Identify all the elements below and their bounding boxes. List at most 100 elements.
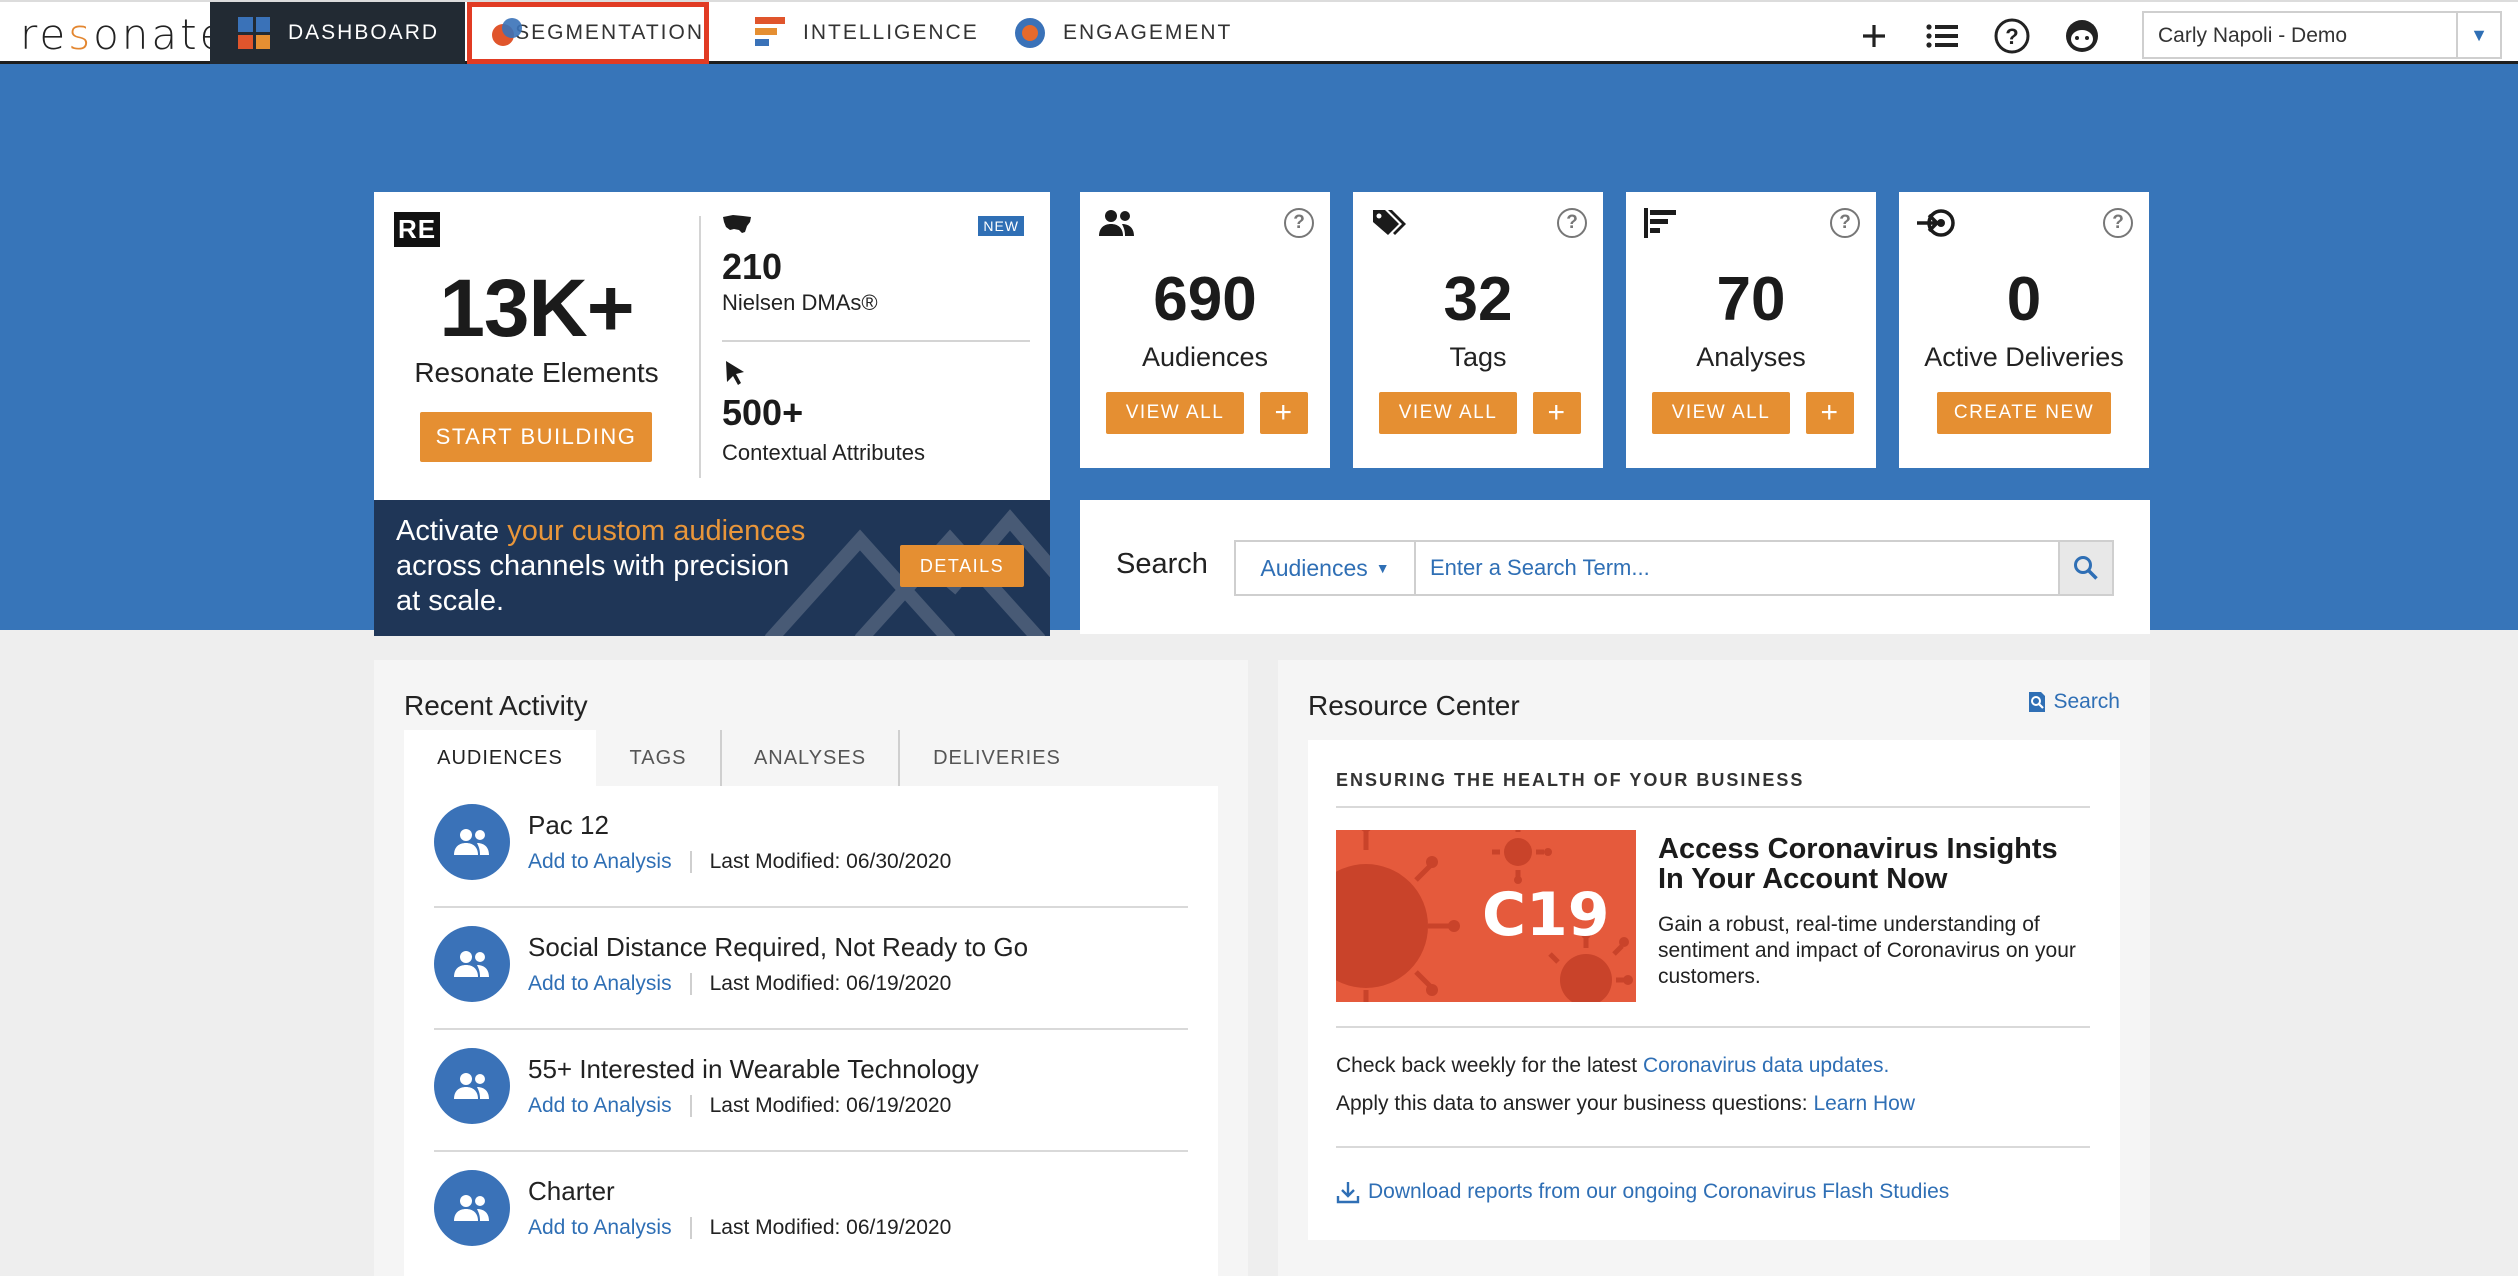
account-name: Carly Napoli - Demo xyxy=(2158,24,2348,47)
add-analysis-button[interactable]: + xyxy=(1806,392,1854,434)
view-all-tags-button[interactable]: VIEW ALL xyxy=(1379,392,1517,434)
search-button[interactable] xyxy=(2058,542,2112,594)
tab-label: INTELLIGENCE xyxy=(803,21,979,44)
deliveries-card: ? 0 Active Deliveries CREATE NEW xyxy=(1899,192,2149,468)
top-nav: resonate DASHBOARD SEGMENTATION INTELLIG… xyxy=(0,0,2518,64)
audience-icon xyxy=(434,1048,510,1124)
help-icon[interactable]: ? xyxy=(1557,208,1587,238)
help-icon[interactable]: ? xyxy=(1284,208,1314,238)
list-item[interactable]: 55+ Interested in Wearable Technology Ad… xyxy=(434,1030,1188,1152)
people-icon xyxy=(1098,208,1136,242)
add-to-analysis-link[interactable]: Add to Analysis xyxy=(528,1094,672,1118)
engagement-icon xyxy=(1015,18,1045,48)
list-item[interactable]: Charter Add to Analysis Last Modified: 06… xyxy=(434,1152,1188,1274)
list-item[interactable]: Pac 12 Add to Analysis Last Modified: 06/… xyxy=(434,786,1188,908)
list-item[interactable]: Social Distance Required, Not Ready to G… xyxy=(434,908,1188,1030)
plus-icon[interactable] xyxy=(1854,16,1894,56)
account-select[interactable]: Carly Napoli - Demo ▼ xyxy=(2142,11,2502,59)
resource-center-title: Resource Center xyxy=(1308,690,1520,721)
coronavirus-image[interactable]: C19 xyxy=(1336,830,1636,1002)
recent-activity-title: Recent Activity xyxy=(404,690,588,721)
tab-label: SEGMENTATION xyxy=(515,21,704,44)
analyses-count: 70 xyxy=(1716,265,1786,334)
search-icon xyxy=(2074,556,2098,580)
new-badge: NEW xyxy=(978,216,1024,236)
start-building-button[interactable]: START BUILDING xyxy=(420,412,652,462)
tags-count: 32 xyxy=(1443,265,1513,334)
hero-section: RE 13K+ Resonate Elements START BUILDING… xyxy=(0,64,2518,636)
user-avatar-icon[interactable] xyxy=(2062,16,2102,56)
divider xyxy=(699,216,701,478)
document-search-icon xyxy=(2029,692,2046,712)
view-all-analyses-button[interactable]: VIEW ALL xyxy=(1652,392,1790,434)
re-badge: RE xyxy=(394,212,441,247)
download-icon xyxy=(1336,1182,1360,1204)
item-name[interactable]: Social Distance Required, Not Ready to G… xyxy=(528,932,1028,963)
last-modified: Last Modified: 06/19/2020 xyxy=(709,1094,952,1117)
search-bar: Audiences ▼ xyxy=(1234,540,2114,596)
tab-segmentation[interactable]: SEGMENTATION xyxy=(467,2,709,64)
svg-text:?: ? xyxy=(2005,24,2018,49)
create-new-delivery-button[interactable]: CREATE NEW xyxy=(1937,392,2111,434)
chevron-down-icon[interactable]: ▼ xyxy=(2456,13,2500,57)
search-type-dropdown[interactable]: Audiences ▼ xyxy=(1236,542,1416,594)
recent-activity-panel: Recent Activity AUDIENCES TAGS ANALYSES … xyxy=(374,660,1248,1276)
audience-icon xyxy=(434,926,510,1002)
contextual-count: 500+ xyxy=(722,392,804,433)
list-icon[interactable] xyxy=(1922,16,1962,56)
tab-audiences[interactable]: AUDIENCES xyxy=(404,730,596,786)
audience-icon xyxy=(434,1170,510,1246)
tab-dashboard[interactable]: DASHBOARD xyxy=(210,2,465,64)
audiences-count: 690 xyxy=(1153,265,1257,334)
tab-engagement[interactable]: ENGAGEMENT xyxy=(1015,2,1232,64)
divider xyxy=(1336,1146,2090,1148)
resonate-logo[interactable]: resonate xyxy=(20,10,228,59)
item-name[interactable]: Pac 12 xyxy=(528,810,609,841)
help-icon[interactable]: ? xyxy=(2103,208,2133,238)
audiences-label: Audiences xyxy=(1141,342,1269,372)
tab-intelligence[interactable]: INTELLIGENCE xyxy=(755,2,979,64)
download-reports-link[interactable]: Download reports from our ongoing Corona… xyxy=(1336,1180,1949,1204)
apply-data-line: Apply this data to answer your business … xyxy=(1336,1092,1915,1115)
resource-content: ENSURING THE HEALTH OF YOUR BUSINESS C19… xyxy=(1308,740,2120,1240)
resource-center-panel: Resource Center Search ENSURING THE HEAL… xyxy=(1278,660,2150,1276)
audience-icon xyxy=(434,804,510,880)
help-icon[interactable]: ? xyxy=(1992,16,2032,56)
add-to-analysis-link[interactable]: Add to Analysis xyxy=(528,972,672,996)
item-name[interactable]: Charter xyxy=(528,1176,615,1207)
analyses-card: ? 70 Analyses VIEW ALL + xyxy=(1626,192,1876,468)
add-to-analysis-link[interactable]: Add to Analysis xyxy=(528,1216,672,1240)
resource-search-link[interactable]: Search xyxy=(2027,690,2120,714)
elements-count: 13K+ xyxy=(439,263,634,354)
add-to-analysis-link[interactable]: Add to Analysis xyxy=(528,850,672,874)
contextual-label: Contextual Attributes xyxy=(722,440,926,465)
item-name[interactable]: 55+ Interested in Wearable Technology xyxy=(528,1054,979,1085)
divider xyxy=(1336,806,2090,808)
search-input[interactable] xyxy=(1416,542,2058,594)
resource-search-label: Search xyxy=(2053,690,2120,713)
tab-analyses[interactable]: ANALYSES xyxy=(722,730,900,786)
promo-text: Activate your custom audiences across ch… xyxy=(396,515,806,617)
tags-card: ? 32 Tags VIEW ALL + xyxy=(1353,192,1603,468)
learn-how-link[interactable]: Learn How xyxy=(1813,1092,1915,1115)
coronavirus-updates-link[interactable]: Coronavirus data updates. xyxy=(1643,1054,1889,1077)
view-all-audiences-button[interactable]: VIEW ALL xyxy=(1106,392,1244,434)
deliveries-count: 0 xyxy=(2006,265,2042,334)
last-modified: Last Modified: 06/30/2020 xyxy=(709,850,952,873)
recent-list: Pac 12 Add to Analysis Last Modified: 06/… xyxy=(404,786,1218,1276)
search-type-value: Audiences xyxy=(1260,554,1368,581)
tab-tags[interactable]: TAGS xyxy=(596,730,722,786)
resource-heading: ENSURING THE HEALTH OF YOUR BUSINESS xyxy=(1336,770,1805,790)
dma-label: Nielsen DMAs® xyxy=(722,290,878,315)
tab-deliveries[interactable]: DELIVERIES xyxy=(900,730,1094,786)
resonate-elements-card: RE 13K+ Resonate Elements START BUILDING… xyxy=(374,192,1050,500)
add-tag-button[interactable]: + xyxy=(1533,392,1581,434)
delivery-icon xyxy=(1917,208,1955,242)
add-audience-button[interactable]: + xyxy=(1260,392,1308,434)
article-title[interactable]: Access Coronavirus Insights In Your Acco… xyxy=(1658,834,2078,894)
details-button[interactable]: DETAILS xyxy=(900,545,1024,587)
deliveries-label: Active Deliveries xyxy=(1924,342,2124,372)
help-icon[interactable]: ? xyxy=(1830,208,1860,238)
analyses-label: Analyses xyxy=(1696,342,1806,372)
tab-label: DASHBOARD xyxy=(288,21,440,44)
